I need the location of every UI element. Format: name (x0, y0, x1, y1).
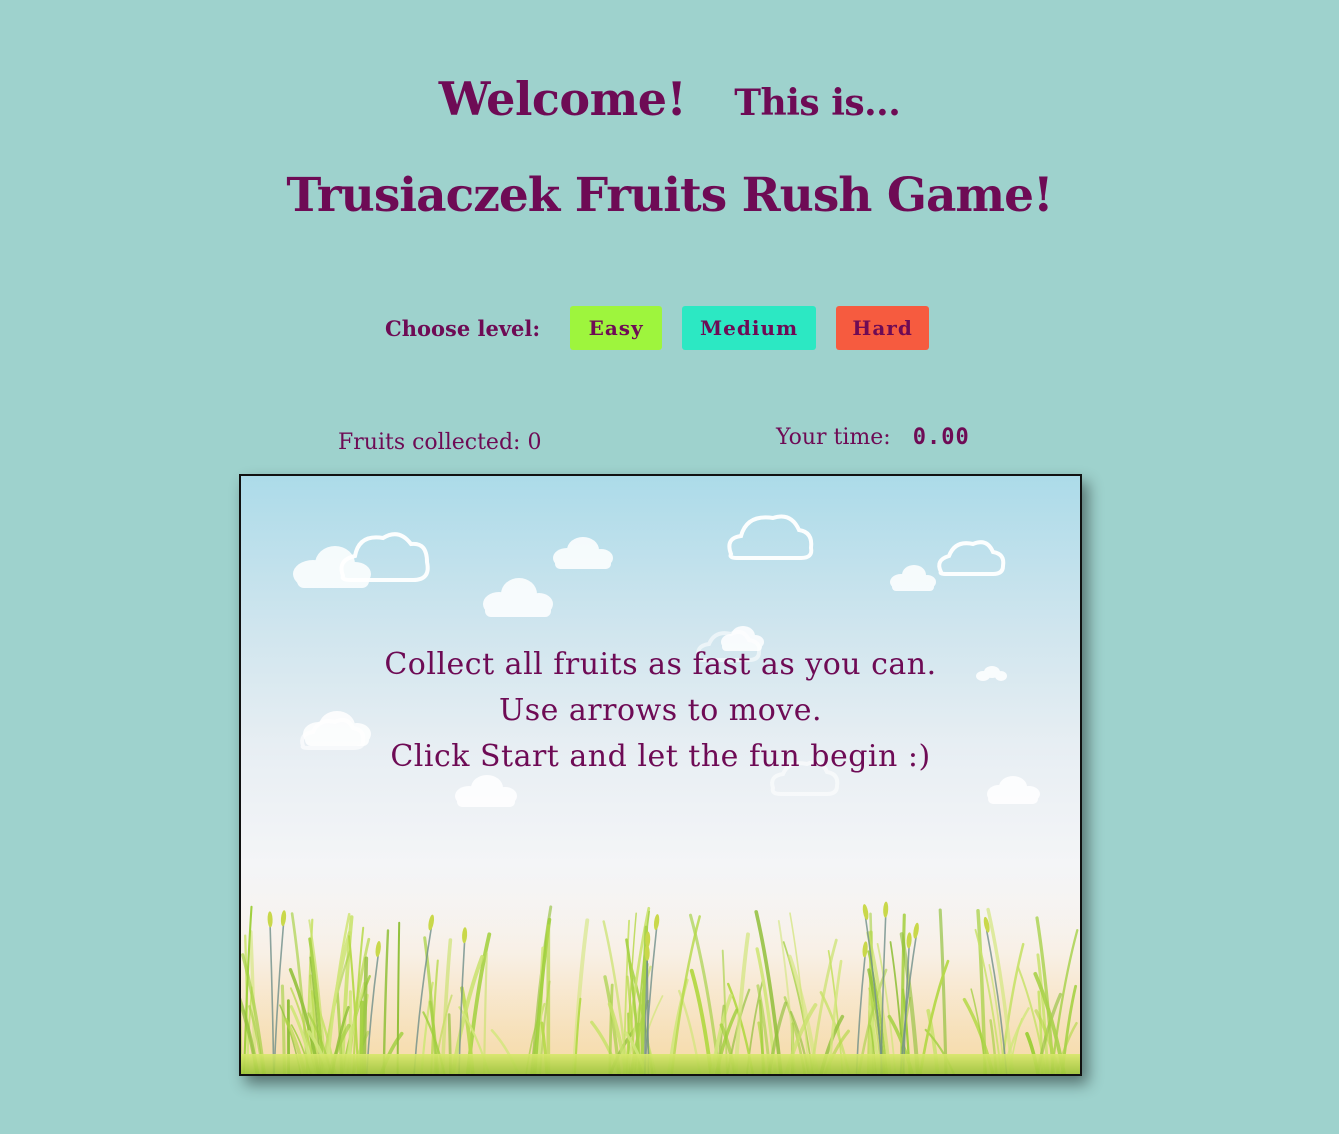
fruits-count: 0 (527, 430, 542, 455)
hard-button[interactable]: Hard (836, 306, 930, 350)
welcome-header: Welcome! This is... (0, 72, 1339, 126)
easy-button[interactable]: Easy (570, 306, 663, 350)
welcome-text: Welcome! (438, 72, 687, 126)
time-label: Your time: (776, 425, 891, 450)
this-is-text: This is... (734, 82, 901, 124)
game-title: Trusiaczek Fruits Rush Game! (286, 168, 1053, 223)
instruction-line: Click Start and let the fun begin :) (390, 739, 931, 774)
medium-button[interactable]: Medium (682, 306, 817, 350)
time-value: 0.00 (912, 425, 970, 450)
level-selector: Choose level: Easy Medium Hard (385, 306, 930, 350)
instruction-line: Use arrows to move. (498, 693, 823, 728)
game-board[interactable]: Collect all fruits as fast as you can. U… (239, 474, 1082, 1076)
instruction-line: Collect all fruits as fast as you can. (384, 647, 937, 682)
fruits-label: Fruits collected: (338, 430, 521, 455)
instructions: Collect all fruits as fast as you can. U… (241, 642, 1080, 780)
fruits-counter: Fruits collected: 0 (338, 430, 541, 455)
timer: Your time: 0.00 (776, 425, 970, 450)
level-label: Choose level: (385, 315, 541, 341)
